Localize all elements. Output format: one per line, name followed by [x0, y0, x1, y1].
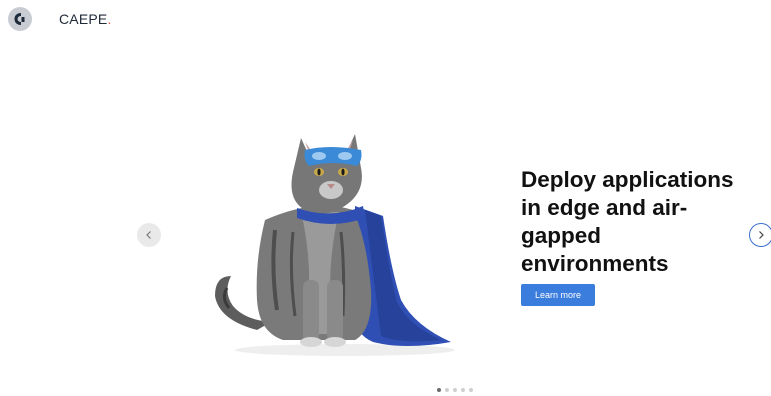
site-header: CAEPE. [8, 6, 112, 32]
carousel-prev-button[interactable] [137, 223, 161, 247]
carousel-dot-4[interactable] [461, 388, 465, 392]
brand-name-text: CAEPE [59, 11, 108, 27]
superhero-cat-illustration [215, 134, 455, 356]
carousel-dot-1[interactable] [437, 388, 441, 392]
caepe-logo-icon[interactable] [8, 7, 32, 31]
learn-more-button[interactable]: Learn more [521, 284, 595, 306]
brand-name-dot: . [107, 11, 112, 27]
carousel-dot-3[interactable] [453, 388, 457, 392]
carousel-pagination [437, 388, 473, 392]
carousel-dot-5[interactable] [469, 388, 473, 392]
hero-headline: Deploy applications in edge and air-gapp… [521, 167, 734, 276]
hero-image [205, 120, 460, 360]
carousel-dot-2[interactable] [445, 388, 449, 392]
chevron-left-icon [146, 231, 151, 239]
chevron-right-icon [759, 231, 764, 239]
carousel-next-button[interactable] [749, 223, 771, 247]
brand-name[interactable]: CAEPE. [59, 11, 112, 27]
